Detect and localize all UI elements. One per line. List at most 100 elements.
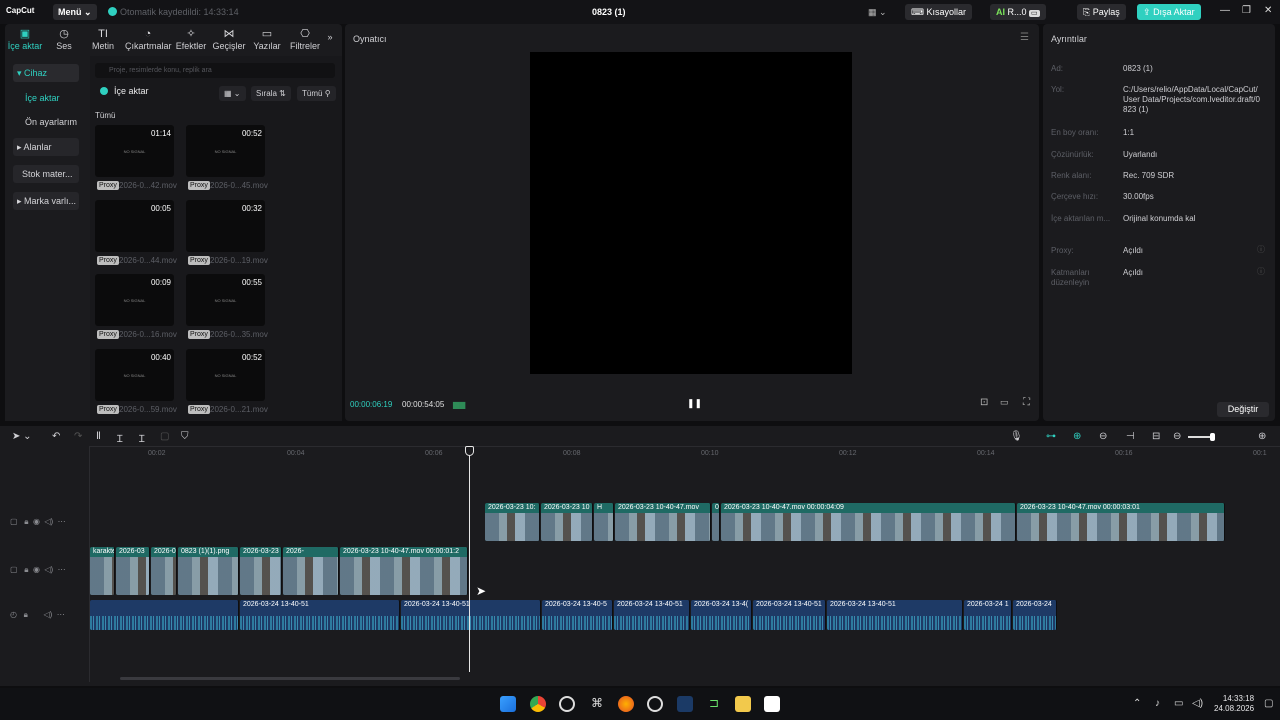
more-tabs-icon[interactable]: » [321,32,339,42]
layout-icon[interactable]: ▦ ⌄ [862,4,893,20]
snapshot-icon[interactable]: ⊡ [980,397,988,408]
speaker-icon[interactable]: ◁) [44,565,53,574]
mic-tray-icon[interactable]: ♪ [1155,698,1160,709]
tab-text[interactable]: TI Metin [83,27,123,51]
playhead-handle[interactable] [465,446,474,456]
ai-button[interactable]: AI R...0 ▭ [990,4,1046,20]
volume-icon[interactable]: ◁) [1192,698,1203,709]
preview-axis-icon[interactable]: ⊟ [1152,431,1160,442]
media-item[interactable]: NO SIGNAL 00:52 Proxy 2026-0...45.mov [186,125,268,190]
nav-device[interactable]: ▾ Cihaz [13,64,79,82]
eye-icon[interactable]: ◉ [33,517,40,526]
undo-icon[interactable]: ↶ [52,431,60,442]
app2-icon[interactable]: ⊐ [706,696,722,712]
app-icon[interactable] [559,696,575,712]
fullscreen-icon[interactable]: ⛶ [1023,397,1030,408]
speaker-icon[interactable]: ◁) [43,610,52,619]
nav-presets[interactable]: Ön ayarlarım [21,113,87,131]
cover-icon[interactable]: ▢ [10,565,18,574]
gamepad-icon[interactable]: ⌘ [589,696,605,712]
menu-button[interactable]: Menü ⌄ [53,4,97,20]
tab-effects[interactable]: ✧ Efektler [171,27,211,51]
align-icon[interactable]: ⊣ [1126,431,1135,442]
player-menu-icon[interactable]: ☰ [1020,32,1029,43]
preview-canvas[interactable] [530,52,852,374]
tab-stickers[interactable]: ◔ Çıkartmalar [125,27,172,51]
delete-icon[interactable]: ▢ [160,431,169,442]
tab-captions[interactable]: ▭ Yazılar [247,27,287,51]
video-clip[interactable]: 2026-03-23 10-40-47.mov [615,503,711,541]
zoom-out-icon[interactable]: ⊖ [1173,431,1181,442]
audio-clip[interactable]: 2026-03-24 [1013,600,1057,630]
shield-icon[interactable]: ⛉ [181,431,189,442]
audio-clip[interactable]: 2026-03-24 13-40-51 [240,600,400,630]
info-icon[interactable]: ⓘ [1257,266,1265,277]
view-mode-button[interactable]: ▦ ⌄ [219,86,246,101]
video-clip[interactable]: 2026-03-23 [240,547,282,595]
shortcuts-button[interactable]: ⌨ Kısayollar [905,4,973,20]
chatgpt-icon[interactable] [647,696,663,712]
file-explorer-icon[interactable] [735,696,751,712]
select-tool-icon[interactable]: ➤ ⌄ [12,431,32,442]
change-button[interactable]: Değiştir [1217,402,1269,417]
zoom-in-icon[interactable]: ⊕ [1258,431,1266,442]
tab-audio[interactable]: ◷ Ses [44,27,84,51]
more-icon[interactable]: ⋯ [57,610,65,619]
chevron-up-icon[interactable]: ⌃ [1133,698,1141,709]
nav-spaces[interactable]: ▸ Alanlar [13,138,79,156]
more-icon[interactable]: ⋯ [58,517,66,526]
ratio-icon[interactable]: ▭ [1000,397,1009,408]
filter-button[interactable]: Tümü ⚲ [297,86,336,101]
media-item[interactable]: NO SIGNAL 00:40 Proxy 2026-0...59.mov [95,349,177,414]
eye-icon[interactable]: ◉ [33,565,40,574]
more-icon[interactable]: ⋯ [58,565,66,574]
video-clip[interactable]: karakte [90,547,115,595]
split-right-icon[interactable]: Ɪ [139,431,145,445]
split-left-icon[interactable]: Ɪ [117,431,123,445]
media-item[interactable]: NO SIGNAL 00:55 Proxy 2026-0...35.mov [186,274,268,339]
network-icon[interactable]: ▭ [1174,698,1183,709]
split-icon[interactable]: Ⅱ [96,431,101,442]
redo-icon[interactable]: ↷ [74,431,82,442]
video-clip[interactable]: 2026-03 [116,547,150,595]
share-button[interactable]: ⎘ Paylaş [1077,4,1126,20]
media-item[interactable]: NO SIGNAL 00:09 Proxy 2026-0...16.mov [95,274,177,339]
video-clip[interactable]: 2026-03-23 10-40-47.mov 00:00:04:09 [721,503,1016,541]
cover-icon[interactable]: ▢ [10,517,18,526]
video-clip[interactable]: 2026-03-23 10-40-47.mov 00:00:01:2 [340,547,468,595]
close-icon[interactable]: ✕ [1264,5,1272,16]
import-button[interactable]: İçe aktar [100,86,149,96]
media-item[interactable]: NO SIGNAL 00:52 Proxy 2026-0...21.mov [186,349,268,414]
magnet-icon[interactable]: ⊶ [1046,431,1056,442]
maximize-icon[interactable]: ❐ [1242,5,1251,16]
video-clip[interactable]: 2026-03-23 10 [541,503,593,541]
horizontal-scrollbar[interactable] [120,677,460,680]
nav-brand[interactable]: ▸ Marka varlı... [13,192,79,210]
notification-icon[interactable]: ▢ [1264,698,1273,709]
audio-clip[interactable]: 2026-03-24 13-40-51 [614,600,690,630]
tab-filters[interactable]: ⎔ Filtreler [285,27,325,51]
sort-button[interactable]: Sırala ⇅ [251,86,291,101]
clock[interactable]: 14:33:18 24.08.2026 [1214,694,1254,714]
video-clip[interactable]: H [594,503,614,541]
audio-clip[interactable]: 2026-03-24 1 [964,600,1012,630]
capcut-taskbar-icon[interactable] [764,696,780,712]
minimize-icon[interactable]: — [1220,5,1230,16]
waveform-toggle-icon[interactable]: ▆▆ [453,400,465,409]
audio-clip[interactable]: 2026-03-24 13-40-51 [827,600,963,630]
media-item[interactable]: 00:05 Proxy 2026-0...44.mov [95,200,177,265]
image-clip[interactable]: 0823 (1)(1).png [178,547,239,595]
video-clip[interactable]: 2026-0 [151,547,177,595]
audio-clip[interactable]: 2026-03-24 13-4( [691,600,752,630]
lock-icon[interactable]: 🔒︎ [24,565,28,574]
video-clip[interactable]: 06 [712,503,720,541]
chrome-icon[interactable] [530,696,546,712]
firefox-icon[interactable] [618,696,634,712]
lock-icon[interactable]: 🔒︎ [24,517,28,526]
video-clip[interactable]: 2026-03-23 10: [485,503,540,541]
audio-track-icon[interactable]: ◴ [10,610,17,619]
speaker-icon[interactable]: ◁) [44,517,53,526]
lock-icon[interactable]: 🔒︎ [24,610,28,619]
nav-stock[interactable]: Stok mater... [13,165,79,183]
audio-clip[interactable]: 2026-03-24 13-40-5 [542,600,613,630]
